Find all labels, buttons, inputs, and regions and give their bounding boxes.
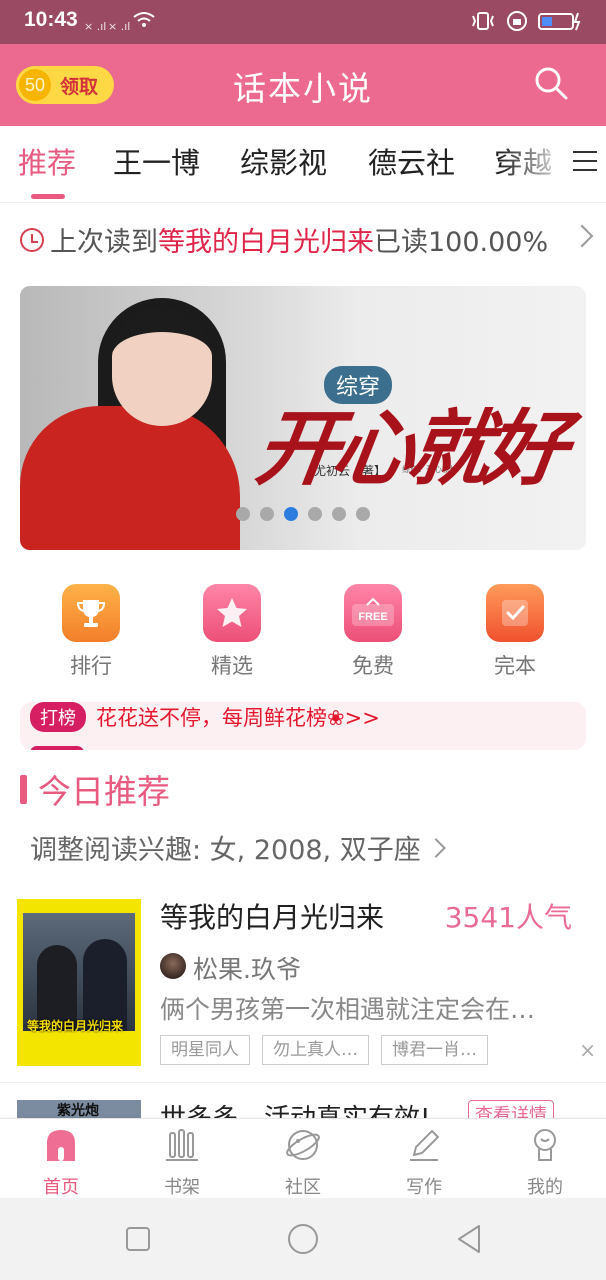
tabs-fade [500,126,570,202]
book-author[interactable]: 松果.玖爷 [193,950,301,986]
signal-icon: × .ıl [84,20,107,33]
tag-chip[interactable]: 明星同人 [160,1035,250,1065]
banner-dot[interactable] [236,507,250,521]
featured-label: 精选 [211,654,253,678]
svg-text:FREE: FREE [358,611,387,623]
flower-strip-text: 花花送不停，每周鲜花榜❀>> [96,706,380,730]
tab-film-tv[interactable]: 综影视 [240,140,327,182]
banner-title: 开心就好 [250,401,568,497]
status-bar: 10:43 × .ıl × .ıl [0,0,606,44]
nav-bookshelf-label: 书架 [164,1177,200,1198]
vote-badge: 打榜 [30,702,86,732]
divider [0,1082,606,1083]
section-title: 今日推荐 [38,772,170,811]
last-read-link[interactable]: 上次读到 等我的白月光归来 已读100.00% [20,220,548,259]
tab-recommend[interactable]: 推荐 [18,140,76,182]
menu-icon[interactable] [572,148,598,174]
tab-deyunshe[interactable]: 德云社 [368,140,455,182]
clock-icon [20,227,44,252]
active-tab-indicator [31,194,65,199]
community-icon [286,1130,320,1160]
status-time: 10:43 [24,8,78,31]
last-read-prefix: 上次读到 [50,227,158,258]
banner-figure-face [112,306,212,426]
nav-write-label: 写作 [406,1177,442,1198]
book-title[interactable]: 等我的白月光归来 [160,896,384,936]
nav-bookshelf[interactable]: 书架 [132,1127,232,1199]
next-badge [30,746,84,750]
status-right [470,10,584,32]
nav-profile[interactable]: 我的 [495,1127,595,1199]
adjust-interest-link[interactable]: 调整阅读兴趣: 女, 2008, 双子座 [30,828,446,867]
star-icon [203,584,261,642]
cover-text: 等我的白月光归来 [27,1019,124,1033]
banner-dot[interactable] [356,507,370,521]
book-description: 俩个男孩第一次相遇就注定会在… [160,995,536,1024]
system-nav-bar [0,1198,606,1280]
book-cover[interactable]: 等我的白月光归来 [17,899,141,1066]
bookshelf-icon [166,1129,198,1161]
promo-banner[interactable]: 开心就好 综穿 尤初云【著】 综穿：开心就好 [20,286,586,550]
interest-text: 调整阅读兴趣: 女, 2008, 双子座 [30,835,421,866]
check-book-icon [486,584,544,642]
tab-wang-yibo[interactable]: 王一博 [113,140,200,182]
profile-icon [534,1129,556,1161]
chevron-right-icon [425,837,446,858]
banner-dot[interactable] [332,507,346,521]
banner-dot[interactable] [260,507,274,521]
lock-rotation-icon [507,11,527,31]
category-tabs: 推荐 王一博 综影视 德云社 穿越 [0,126,606,203]
home-button-icon[interactable] [287,1223,319,1255]
book-popularity: 3541人气 [444,901,572,934]
book-title[interactable]: 世多多，活动真实有效! [160,1098,430,1120]
completed-label: 完本 [494,654,536,678]
nav-community[interactable]: 社区 [253,1127,353,1199]
free-label: 免费 [352,654,394,678]
last-read-progress: 已读100.00% [374,227,549,258]
quick-entry-featured[interactable]: 精选 [187,584,277,680]
home-icon [47,1130,75,1161]
tag-chip[interactable]: 博君一肖… [381,1035,488,1065]
tag-chip[interactable]: 勿上真人… [262,1035,369,1065]
app-title: 话本小说 [233,69,373,108]
banner-figure-body [20,406,240,550]
bottom-nav: 首页 书架 社区 写作 我的 [0,1118,606,1199]
trophy-icon [62,584,120,642]
vibrate-icon [472,12,494,30]
banner-pagination [236,507,370,521]
nav-home[interactable]: 首页 [11,1127,111,1199]
nav-write[interactable]: 写作 [374,1127,474,1199]
dismiss-icon[interactable]: × [579,1038,596,1062]
peek-cover-text: 紫光炮 [57,1103,99,1119]
wifi-icon [133,12,155,27]
quick-entry-free[interactable]: FREE 免费 [328,584,418,680]
back-icon[interactable] [455,1224,483,1254]
battery-icon [538,12,581,31]
last-read-book: 等我的白月光归来 [158,227,374,258]
avatar[interactable] [160,953,186,979]
section-marker [20,775,27,804]
search-icon[interactable] [534,66,568,100]
banner-dot-active[interactable] [284,507,298,521]
free-tag-icon: FREE [344,584,402,642]
chevron-right-icon[interactable] [570,224,594,248]
book-tags: 明星同人 勿上真人… 博君一肖… [160,1035,488,1065]
book-cover[interactable]: 紫光炮 [17,1100,141,1120]
banner-tag: 综穿 [324,366,393,404]
recent-apps-icon[interactable] [125,1226,151,1252]
banner-dot[interactable] [308,507,322,521]
quick-entry-ranking[interactable]: 排行 [46,584,136,680]
quick-entry-completed[interactable]: 完本 [470,584,560,680]
ranking-label: 排行 [70,654,112,678]
nav-community-label: 社区 [285,1177,321,1198]
nav-profile-label: 我的 [527,1177,563,1198]
flower-ranking-strip[interactable]: 打榜 花花送不停，每周鲜花榜❀>> [20,702,586,750]
signal-icon-2: × .ıl [108,20,131,33]
app-header: 50 领取 话本小说 [0,44,606,126]
nav-home-label: 首页 [43,1177,79,1198]
pen-icon [410,1129,440,1161]
